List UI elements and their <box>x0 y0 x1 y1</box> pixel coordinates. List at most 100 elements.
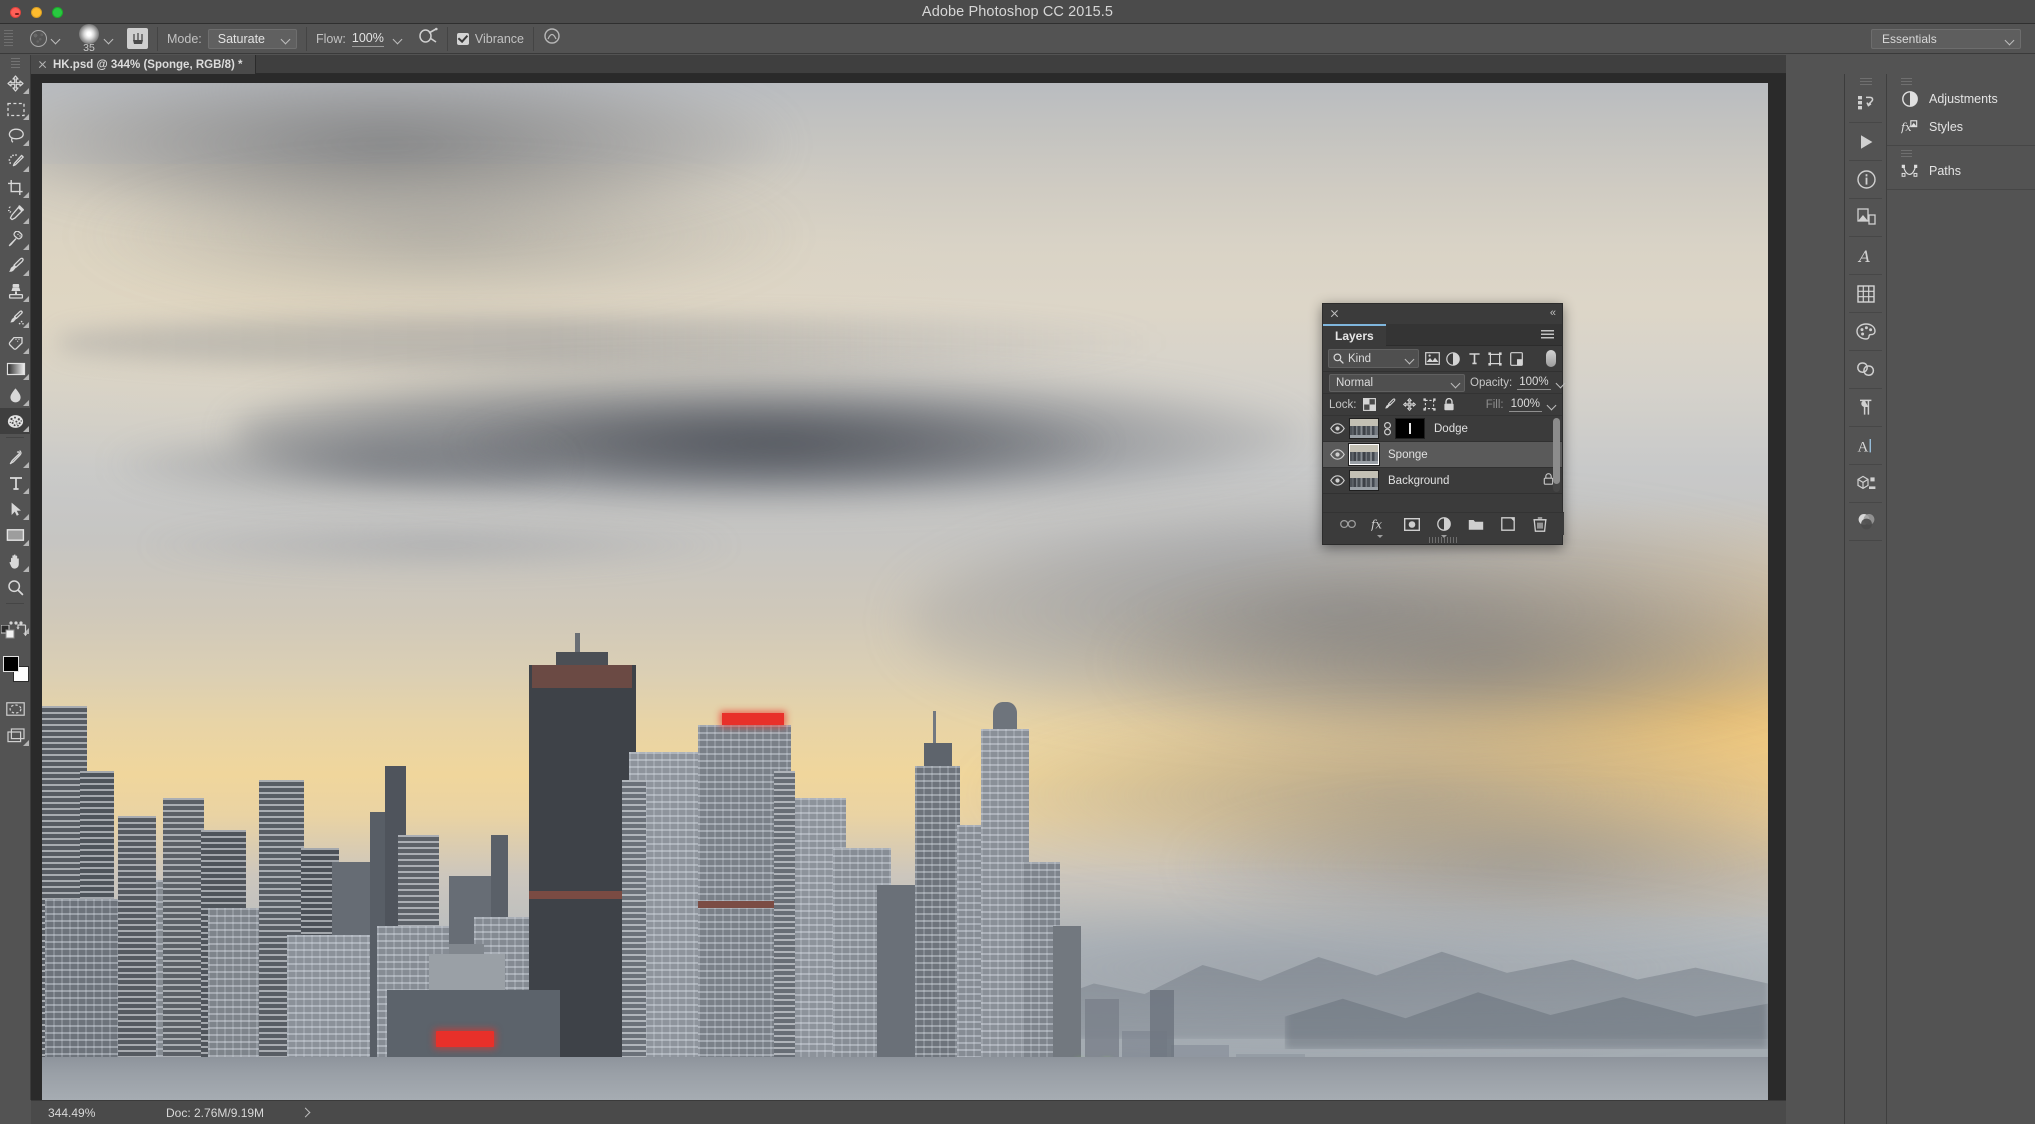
brush-preset-picker[interactable]: 35 <box>74 23 104 54</box>
opacity-input[interactable]: 100% <box>1517 376 1551 390</box>
gradient-tool[interactable] <box>0 356 31 382</box>
tools-panel-grip[interactable] <box>10 58 20 68</box>
layer-mask-thumbnail[interactable] <box>1395 418 1425 439</box>
document-tab[interactable]: HK.psd @ 344% (Sponge, RGB/8) * <box>31 55 256 74</box>
channels-rail-icon[interactable] <box>1845 505 1887 538</box>
screen-mode-button[interactable] <box>0 722 31 748</box>
panel-menu-icon[interactable] <box>1541 330 1554 340</box>
horizontal-type-tool[interactable] <box>0 470 31 496</box>
link-layers-button[interactable] <box>1339 516 1356 533</box>
pixel-layers-filter-icon[interactable] <box>1424 351 1440 367</box>
foreground-color-swatch[interactable] <box>3 656 19 672</box>
layer-name[interactable]: Background <box>1388 475 1449 487</box>
panel-adjustments[interactable]: Adjustments <box>1887 85 2035 113</box>
fill-input[interactable]: 100% <box>1508 398 1542 412</box>
spot-healing-brush-tool[interactable] <box>0 226 31 252</box>
rectangle-tool[interactable] <box>0 522 31 548</box>
new-layer-button[interactable] <box>1499 516 1516 533</box>
delete-layer-button[interactable] <box>1531 516 1548 533</box>
lock-all-icon[interactable] <box>1442 397 1457 412</box>
layer-mask-link-icon[interactable] <box>1381 421 1393 436</box>
layer-thumbnail[interactable] <box>1349 418 1379 439</box>
workspace-select[interactable]: Essentials <box>1871 29 2021 49</box>
swap-colors-icon[interactable] <box>16 624 29 642</box>
layers-panel-resize-grip[interactable] <box>1428 537 1457 543</box>
lock-image-pixels-icon[interactable] <box>1382 397 1397 412</box>
close-icon[interactable] <box>1329 308 1340 319</box>
layer-row-background[interactable]: Background <box>1323 468 1562 494</box>
pen-tool[interactable] <box>0 444 31 470</box>
panel-group-grip[interactable] <box>1901 150 1912 157</box>
eyedropper-tool[interactable] <box>0 200 31 226</box>
crop-tool[interactable] <box>0 174 31 200</box>
tab-close-icon[interactable] <box>37 59 48 70</box>
layer-list-scrollbar[interactable] <box>1553 418 1560 492</box>
libraries-rail-icon[interactable] <box>1845 353 1887 386</box>
brush-panel-icon[interactable] <box>127 28 148 49</box>
new-adjustment-layer-button[interactable] <box>1435 516 1452 538</box>
sponge-tool[interactable] <box>0 408 31 434</box>
blend-mode-select[interactable]: Normal <box>1329 373 1465 392</box>
mode-select[interactable]: Saturate <box>207 28 298 49</box>
rail-grip[interactable] <box>1859 78 1872 86</box>
layer-name[interactable]: Sponge <box>1388 449 1428 461</box>
options-bar-grip[interactable] <box>4 29 13 48</box>
hand-tool[interactable] <box>0 548 31 574</box>
history-rail-icon[interactable] <box>1845 87 1887 120</box>
flow-chevron-down-icon[interactable] <box>393 34 402 43</box>
panel-paths[interactable]: Paths <box>1887 157 2035 185</box>
tool-preset-chevron-down-icon[interactable] <box>51 34 60 43</box>
shape-layers-filter-icon[interactable] <box>1487 351 1503 367</box>
rectangular-marquee-tool[interactable] <box>0 96 31 122</box>
paragraph-rail-icon[interactable] <box>1845 391 1887 424</box>
adjustment-layers-filter-icon[interactable] <box>1445 351 1461 367</box>
layer-visibility-toggle[interactable] <box>1326 449 1348 460</box>
lock-artboard-nesting-icon[interactable] <box>1422 397 1437 412</box>
zoom-level-field[interactable]: 344.49% <box>48 1106 126 1120</box>
brush-preset-chevron-down-icon[interactable] <box>104 34 113 43</box>
new-group-button[interactable] <box>1467 516 1484 533</box>
move-tool[interactable] <box>0 70 31 96</box>
tab-layers[interactable]: Layers <box>1323 323 1386 346</box>
vibrance-checkbox[interactable]: Vibrance <box>456 32 524 46</box>
swatches-rail-icon[interactable] <box>1845 277 1887 310</box>
blur-tool[interactable] <box>0 382 31 408</box>
layer-visibility-toggle[interactable] <box>1326 475 1348 486</box>
layer-name[interactable]: Dodge <box>1434 423 1468 435</box>
layer-visibility-toggle[interactable] <box>1326 423 1348 434</box>
type-layers-filter-icon[interactable] <box>1466 351 1482 367</box>
document-image[interactable] <box>42 83 1768 1100</box>
character-styles-rail-icon[interactable]: A <box>1845 239 1887 272</box>
default-colors-icon[interactable] <box>0 624 15 644</box>
layer-row-dodge[interactable]: Dodge <box>1323 416 1562 442</box>
filter-enable-toggle[interactable] <box>1546 350 1556 367</box>
tablet-pressure-icon[interactable] <box>543 27 561 50</box>
character-rail-icon[interactable]: A <box>1845 429 1887 462</box>
layer-thumbnail[interactable] <box>1349 470 1379 491</box>
tool-preset-picker[interactable] <box>25 28 51 50</box>
opacity-chevron-down-icon[interactable] <box>1556 378 1565 387</box>
lock-transparent-pixels-icon[interactable] <box>1362 397 1377 412</box>
panel-group-grip[interactable] <box>1901 78 1912 85</box>
info-rail-icon[interactable] <box>1845 163 1887 196</box>
color-rail-icon[interactable] <box>1845 315 1887 348</box>
panel-styles[interactable]: fx Styles <box>1887 113 2035 141</box>
layers-panel[interactable]: « Layers Kind Normal Opacity: 100% Lock:… <box>1322 303 1565 545</box>
layers-panel-titlebar[interactable]: « <box>1323 304 1562 324</box>
add-layer-mask-button[interactable] <box>1403 516 1420 533</box>
clone-stamp-tool[interactable] <box>0 278 31 304</box>
layer-filter-kind-select[interactable]: Kind <box>1328 349 1419 368</box>
zoom-tool[interactable] <box>0 574 31 600</box>
actions-rail-icon[interactable] <box>1845 125 1887 158</box>
lock-position-icon[interactable] <box>1402 397 1417 412</box>
eraser-tool[interactable] <box>0 330 31 356</box>
collapse-to-icons-icon[interactable]: « <box>1550 308 1556 319</box>
layer-list-scroll-thumb[interactable] <box>1553 418 1560 484</box>
layer-thumbnail[interactable] <box>1348 443 1380 466</box>
path-selection-tool[interactable] <box>0 496 31 522</box>
lasso-tool[interactable] <box>0 122 31 148</box>
layer-row-sponge[interactable]: Sponge <box>1323 442 1562 468</box>
airbrush-icon[interactable] <box>418 27 438 50</box>
history-brush-tool[interactable] <box>0 304 31 330</box>
chevron-right-icon[interactable] <box>300 1107 310 1119</box>
